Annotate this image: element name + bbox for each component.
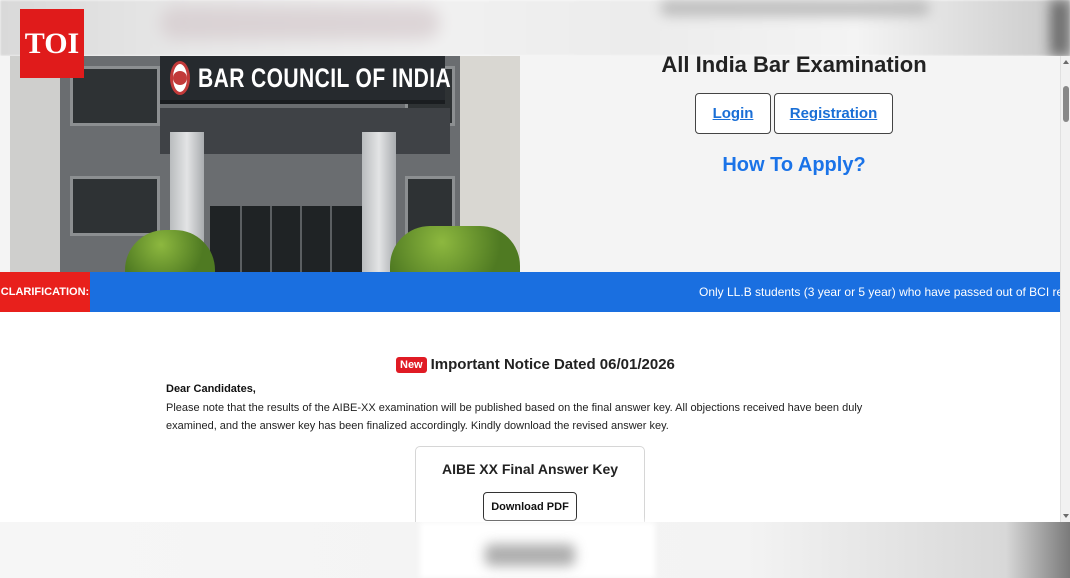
answer-key-title: AIBE XX Final Answer Key — [441, 461, 619, 477]
hero-section: BAR COUNCIL OF INDIA All India Bar Exami… — [0, 52, 1060, 272]
top-blurred-strip — [0, 0, 1070, 56]
scrollbar-thumb[interactable] — [1063, 86, 1069, 122]
scrollbar[interactable] — [1060, 56, 1070, 522]
registration-button[interactable]: Registration — [774, 93, 893, 134]
scroll-up-icon[interactable] — [1063, 60, 1069, 64]
bar-council-building-photo: BAR COUNCIL OF INDIA — [10, 56, 520, 272]
blurred-element — [485, 544, 575, 566]
clarification-ticker: Only LL.B students (3 year or 5 year) wh… — [699, 285, 1060, 299]
notice-header: New Important Notice Dated 06/01/2026 — [396, 356, 675, 373]
building-sign-text: BAR COUNCIL OF INDIA — [198, 62, 452, 93]
page: TOI BAR COUNCIL OF INDIA All India Bar E… — [0, 0, 1070, 578]
how-to-apply-link[interactable]: How To Apply? — [604, 154, 984, 177]
blurred-element — [660, 0, 930, 16]
notice-body: Please note that the results of the AIBE… — [166, 402, 863, 432]
emblem-icon — [170, 61, 190, 95]
exam-title: All India Bar Examination — [661, 52, 927, 77]
shrub — [390, 226, 520, 272]
blurred-edge — [1050, 0, 1070, 56]
clarification-label: CLARIFICATION: — [0, 272, 90, 312]
login-button[interactable]: Login — [695, 93, 771, 134]
toi-logo: TOI — [20, 9, 84, 78]
scroll-down-icon[interactable] — [1063, 514, 1069, 518]
blurred-element — [160, 6, 440, 40]
building-sign: BAR COUNCIL OF INDIA — [160, 56, 451, 104]
bottom-blurred-strip — [0, 522, 1070, 578]
new-badge: New — [396, 356, 427, 373]
notice-greeting: Dear Candidates, — [166, 383, 256, 395]
download-pdf-button[interactable]: Download PDF — [483, 492, 577, 521]
clarification-bar: CLARIFICATION: Only LL.B students (3 yea… — [0, 272, 1060, 312]
notice-title: Important Notice Dated 06/01/2026 — [430, 356, 675, 373]
